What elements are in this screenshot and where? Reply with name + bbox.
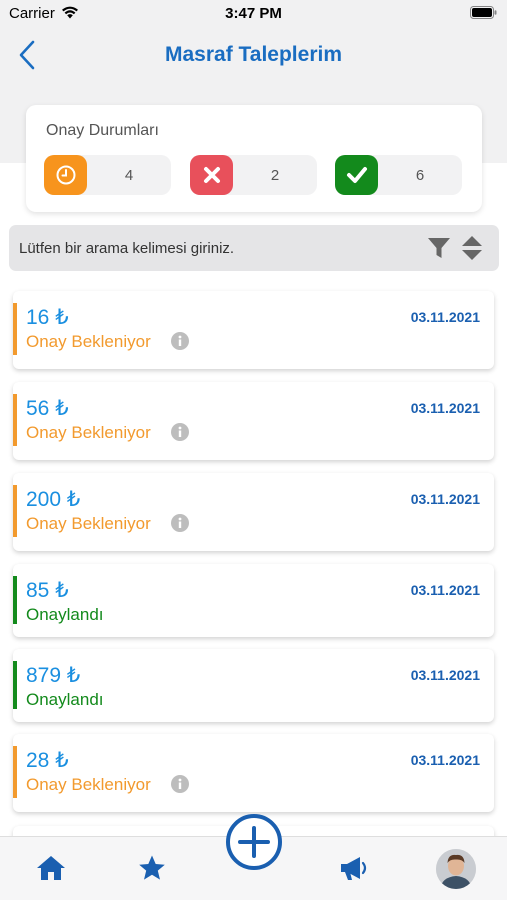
request-status: Onay Bekleniyor [26, 514, 151, 533]
status-bar: Carrier 3:47 PM [0, 0, 507, 28]
request-card[interactable]: 56 ₺ 03.11.2021 Onay Bekleniyor [13, 382, 494, 460]
request-amount: 879 ₺ [26, 664, 81, 687]
megaphone-icon [341, 857, 367, 880]
status-indicator [13, 394, 17, 446]
clock-icon [44, 155, 87, 195]
info-icon[interactable] [171, 514, 189, 532]
request-status: Onay Bekleniyor [26, 423, 151, 442]
request-date: 03.11.2021 [410, 752, 480, 768]
approved-count: 6 [415, 167, 425, 184]
favorites-tab[interactable] [135, 851, 169, 885]
approved-filter-button[interactable]: 6 [335, 155, 462, 195]
request-card[interactable]: 85 ₺ 03.11.2021 Onaylandı [13, 564, 494, 637]
info-icon[interactable] [171, 332, 189, 350]
request-amount: 200 ₺ [26, 488, 81, 511]
request-amount: 56 ₺ [26, 397, 69, 420]
request-amount: 16 ₺ [26, 306, 69, 329]
request-date: 03.11.2021 [410, 309, 480, 325]
info-icon[interactable] [171, 775, 189, 793]
avatar[interactable] [436, 849, 476, 889]
home-tab[interactable] [34, 851, 68, 885]
request-status: Onay Bekleniyor [26, 775, 151, 794]
x-icon [190, 155, 233, 195]
request-date: 03.11.2021 [410, 667, 480, 683]
sort-icon[interactable] [461, 235, 483, 261]
request-status: Onay Bekleniyor [26, 332, 151, 351]
status-indicator [13, 661, 17, 709]
approval-status-title: Onay Durumları [46, 122, 159, 139]
search-input[interactable] [19, 225, 419, 271]
search-bar [9, 225, 499, 271]
request-card[interactable]: 879 ₺ 03.11.2021 Onaylandı [13, 649, 494, 722]
rejected-filter-button[interactable]: 2 [190, 155, 317, 195]
status-indicator [13, 303, 17, 355]
request-date: 03.11.2021 [410, 491, 480, 507]
add-button[interactable] [226, 814, 282, 870]
page-title: Masraf Taleplerim [164, 43, 342, 66]
status-indicator [13, 576, 17, 624]
filter-icon[interactable] [427, 236, 451, 260]
request-card[interactable]: 200 ₺ 03.11.2021 Onay Bekleniyor [13, 473, 494, 551]
star-icon [139, 855, 165, 880]
request-amount: 85 ₺ [26, 579, 69, 602]
pending-filter-button[interactable]: 4 [44, 155, 171, 195]
request-amount: 28 ₺ [26, 749, 69, 772]
clock-time: 3:47 PM [225, 5, 282, 22]
battery-icon [470, 6, 497, 19]
request-date: 03.11.2021 [410, 400, 480, 416]
info-icon[interactable] [171, 423, 189, 441]
status-indicator [13, 746, 17, 798]
request-date: 03.11.2021 [410, 582, 480, 598]
home-icon [37, 856, 65, 880]
request-status: Onaylandı [26, 605, 104, 624]
check-icon [335, 155, 378, 195]
request-status: Onaylandı [26, 690, 104, 709]
pending-count: 4 [124, 167, 134, 184]
profile-photo-icon [436, 849, 476, 889]
request-card[interactable]: 16 ₺ 03.11.2021 Onay Bekleniyor [13, 291, 494, 369]
approval-status-card: Onay Durumları 4 2 6 [26, 105, 482, 212]
announcements-tab[interactable] [337, 851, 371, 885]
add-icon [238, 826, 270, 858]
status-indicator [13, 485, 17, 537]
request-card[interactable]: 28 ₺ 03.11.2021 Onay Bekleniyor [13, 734, 494, 812]
rejected-count: 2 [270, 167, 280, 184]
